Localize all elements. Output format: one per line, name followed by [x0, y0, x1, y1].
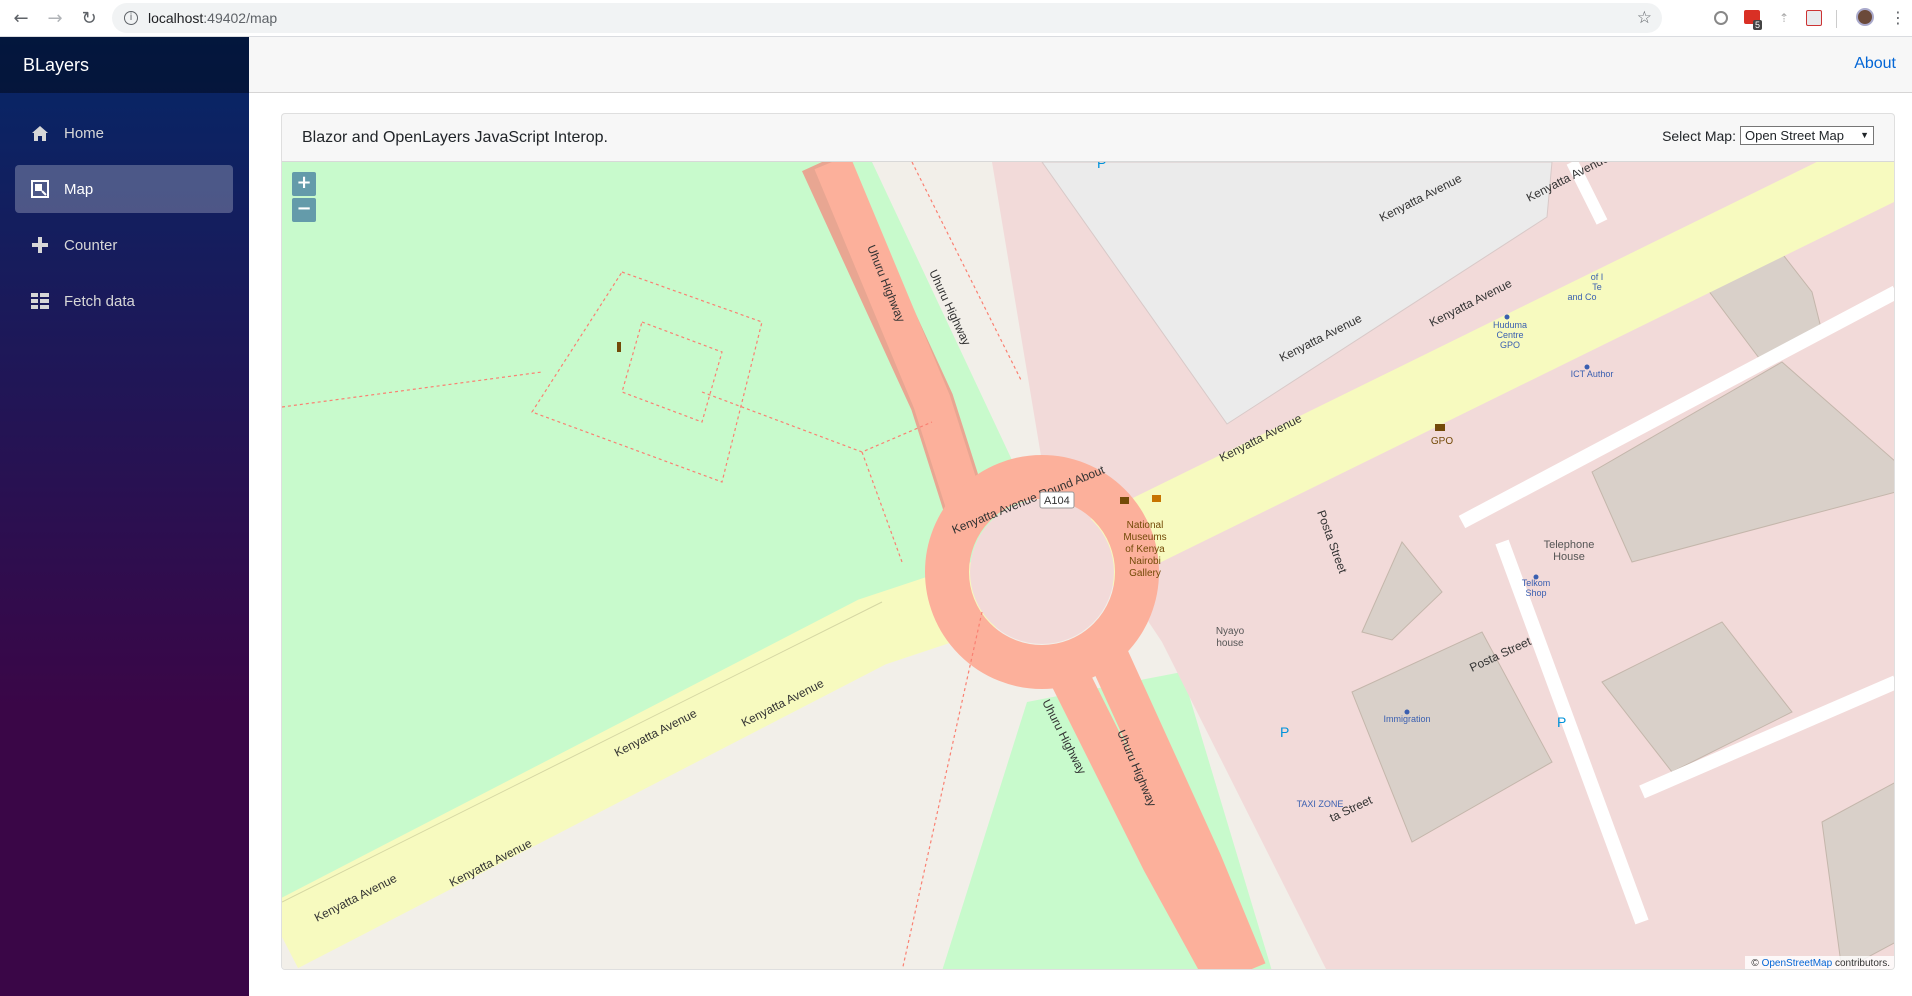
label-huduma-2: Centre: [1496, 330, 1523, 340]
reload-icon[interactable]: ↻: [76, 5, 102, 31]
label-museum-5: Gallery: [1129, 568, 1161, 579]
list-icon: [30, 291, 50, 311]
plus-icon: [30, 235, 50, 255]
extension-badge: 5: [1753, 20, 1763, 30]
label-immigration: Immigration: [1383, 714, 1430, 724]
label-huduma-1: Huduma: [1493, 320, 1527, 330]
address-bar[interactable]: i localhost:49402/map ☆: [112, 3, 1662, 33]
map-tiles[interactable]: Uhuru Highway Uhuru Highway Uhuru Highwa…: [282, 162, 1895, 970]
zoom-in-button[interactable]: +: [292, 172, 316, 196]
card-title: Blazor and OpenLayers JavaScript Interop…: [302, 129, 608, 146]
monument-icon: [617, 342, 621, 352]
url-text[interactable]: localhost:49402/map: [148, 10, 277, 26]
nav-label-home: Home: [64, 124, 105, 142]
label-gpo: GPO: [1431, 436, 1453, 447]
map-card: Blazor and OpenLayers JavaScript Interop…: [281, 113, 1895, 970]
extension-pdf-icon[interactable]: [1806, 10, 1822, 26]
cafe-icon: [1152, 495, 1161, 502]
map-select-value: Open Street Map: [1745, 128, 1844, 143]
map-attribution: © OpenStreetMap contributors.: [1745, 956, 1894, 969]
huduma-dot: [1504, 314, 1510, 320]
label-nyayo-2: house: [1216, 638, 1244, 649]
nav-item-counter[interactable]: Counter: [15, 221, 233, 269]
label-ict: ICT Author: [1571, 369, 1614, 379]
zoom-out-button[interactable]: −: [292, 198, 316, 222]
browser-toolbar: ← → ↻ i localhost:49402/map ☆ 5 ⇡ ⋮: [0, 0, 1912, 37]
nav-label-map: Map: [64, 180, 94, 198]
label-museum-4: Nairobi: [1129, 556, 1161, 567]
url-host: localhost: [148, 10, 204, 26]
info-icon[interactable]: i: [124, 11, 138, 25]
label-ofi-3: and Co: [1567, 292, 1596, 302]
back-icon[interactable]: ←: [8, 5, 34, 31]
label-taxi: TAXI ZONE: [1297, 799, 1344, 809]
osm-link[interactable]: OpenStreetMap: [1762, 958, 1833, 969]
ict-dot: [1584, 364, 1590, 370]
home-icon: [30, 123, 50, 143]
map-icon: [30, 179, 50, 199]
url-path: :49402/map: [203, 10, 278, 26]
nav-menu: Home Map Counter Fetch data: [0, 93, 249, 325]
label-nyayo-1: Nyayo: [1216, 626, 1245, 637]
forward-icon[interactable]: →: [42, 5, 68, 31]
extension-upload-icon[interactable]: ⇡: [1776, 11, 1792, 25]
label-telkom-2: Shop: [1525, 588, 1546, 598]
parking-icon-2: P: [1280, 724, 1289, 740]
bookmark-star-icon[interactable]: ☆: [1637, 8, 1652, 28]
label-ofi-2: Te: [1592, 282, 1602, 292]
label-museum-2: Museums: [1123, 532, 1166, 543]
profile-avatar[interactable]: [1856, 8, 1874, 26]
label-telephone-2: House: [1553, 551, 1585, 563]
sidebar: BLayers Home Map Counter Fetch data: [0, 37, 249, 996]
label-a104: A104: [1044, 495, 1070, 507]
nav-label-counter: Counter: [64, 236, 118, 254]
nav-item-fetch-data[interactable]: Fetch data: [15, 277, 233, 325]
label-huduma-3: GPO: [1500, 340, 1520, 350]
brand-title[interactable]: BLayers: [23, 55, 89, 76]
about-link[interactable]: About: [1854, 55, 1896, 73]
map-canvas[interactable]: Uhuru Highway Uhuru Highway Uhuru Highwa…: [282, 162, 1895, 970]
map-select-group: Select Map: Open Street Map ▼: [1662, 126, 1874, 145]
zoom-controls: + −: [292, 172, 316, 224]
map-select[interactable]: Open Street Map ▼: [1740, 126, 1874, 145]
parking-icon-1: P: [1097, 162, 1106, 171]
attribution-suffix: contributors.: [1832, 958, 1890, 969]
extension-circle-icon[interactable]: [1714, 11, 1728, 25]
select-map-label: Select Map:: [1662, 127, 1736, 144]
immigration-dot: [1404, 709, 1410, 715]
dropdown-arrow-icon: ▼: [1860, 130, 1869, 140]
museum-icon: [1120, 497, 1129, 504]
nav-item-home[interactable]: Home: [15, 109, 233, 157]
parking-icon-3: P: [1557, 714, 1566, 730]
nav-label-fetch-data: Fetch data: [64, 292, 135, 310]
label-museum-3: of Kenya: [1125, 544, 1165, 555]
park-area-north: [282, 162, 1027, 922]
label-telephone-1: Telephone: [1544, 539, 1595, 551]
label-museum-1: National: [1127, 520, 1164, 531]
brand-bar: BLayers: [0, 37, 249, 93]
post-office-icon: [1435, 424, 1445, 431]
label-ofi-1: of I: [1591, 272, 1604, 282]
nav-item-map[interactable]: Map: [15, 165, 233, 213]
card-header: Blazor and OpenLayers JavaScript Interop…: [282, 114, 1894, 162]
attribution-prefix: ©: [1751, 958, 1762, 969]
top-row: About: [249, 37, 1912, 93]
menu-dots-icon[interactable]: ⋮: [1890, 8, 1906, 27]
toolbar-divider: [1836, 10, 1837, 28]
telkom-dot: [1533, 574, 1539, 580]
